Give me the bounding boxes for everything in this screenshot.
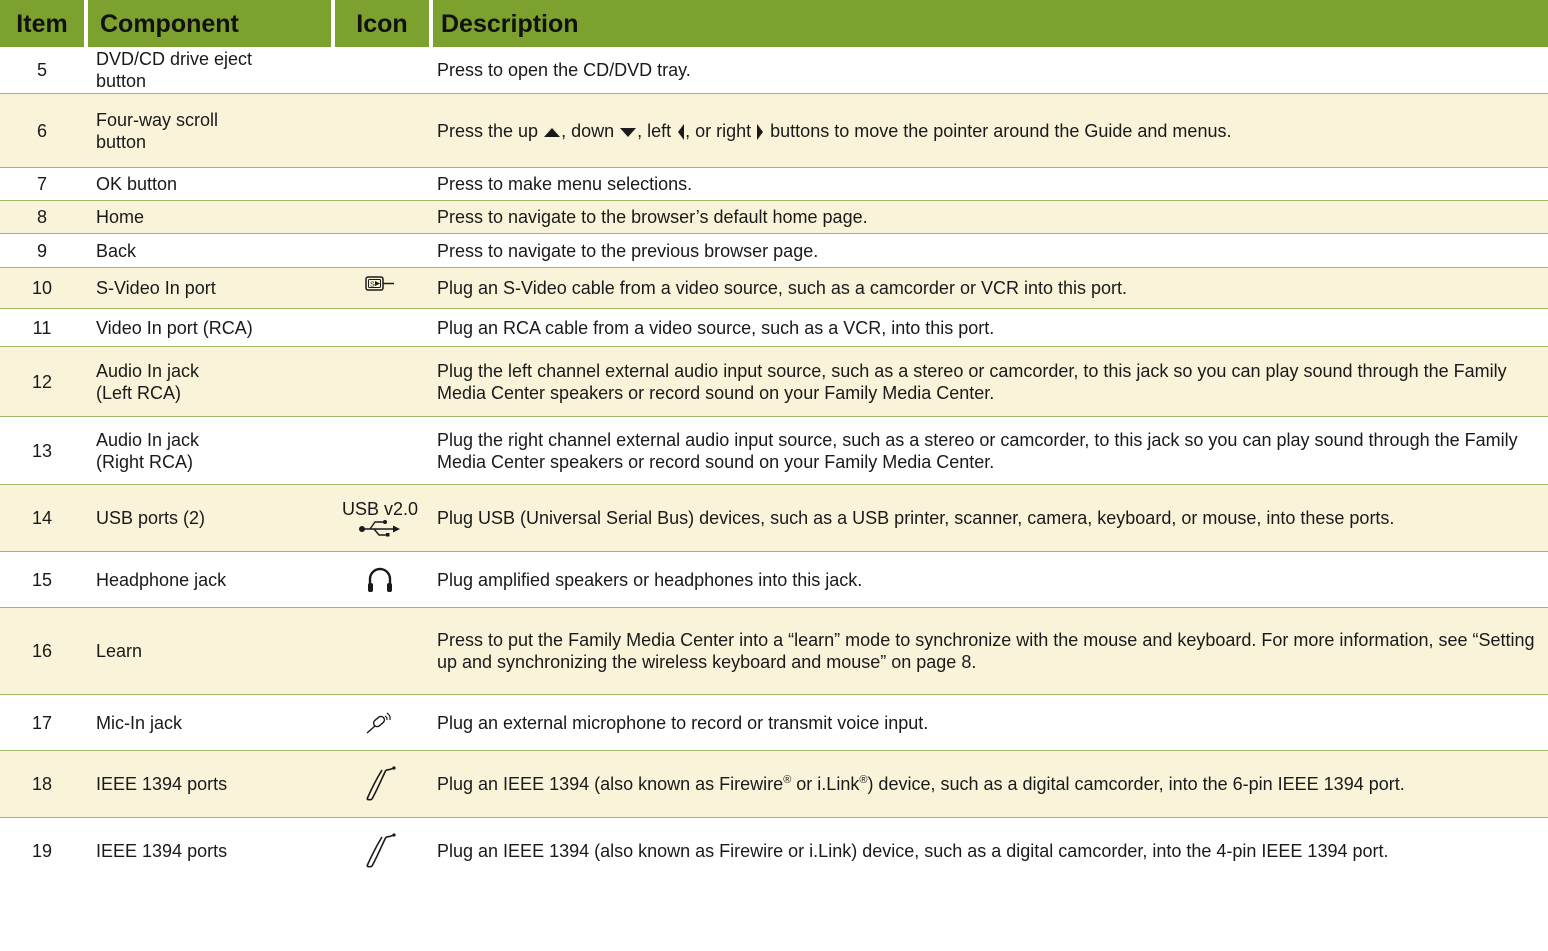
firewire-icon bbox=[366, 766, 396, 801]
item-number: 16 bbox=[31, 641, 53, 661]
table-header: Item Component Icon Description bbox=[0, 0, 1548, 47]
component-name: IEEE 1394 ports bbox=[96, 774, 228, 794]
usb-version-label: USB v2.0 bbox=[341, 499, 419, 519]
desc-part: or i.Link bbox=[791, 774, 860, 794]
description: Plug an IEEE 1394 (also known as Firewir… bbox=[429, 773, 1548, 795]
firewire-icon bbox=[366, 832, 396, 868]
component-name: Video In port (RCA) bbox=[96, 317, 253, 338]
component-name: Headphone jack bbox=[96, 569, 227, 590]
icon-cell bbox=[331, 832, 429, 869]
component-name: USB ports (2) bbox=[96, 508, 206, 528]
table-row: 16 Learn Press to put the Family Media C… bbox=[0, 608, 1548, 695]
right-triangle-icon bbox=[757, 123, 764, 140]
item-number: 5 bbox=[36, 60, 47, 80]
up-triangle-icon bbox=[544, 127, 561, 137]
item-number: 19 bbox=[31, 840, 53, 861]
description: Press to navigate to the previous browse… bbox=[437, 240, 819, 261]
left-triangle-icon bbox=[678, 123, 685, 140]
component-name: DVD/CD drive eject button bbox=[84, 48, 331, 92]
table-row: 6 Four-way scroll button Press the up , … bbox=[0, 94, 1548, 168]
table-row: 17 Mic-In jack Plug an external micropho… bbox=[0, 695, 1548, 751]
svg-text:S: S bbox=[370, 282, 375, 289]
item-number: 14 bbox=[31, 508, 53, 528]
header-icon: Icon bbox=[331, 0, 429, 47]
component-line: Audio In jack bbox=[96, 429, 200, 450]
header-item: Item bbox=[16, 9, 68, 38]
table-row: 5 DVD/CD drive eject button Press to ope… bbox=[0, 47, 1548, 94]
table-row: 12 Audio In jack (Left RCA) Plug the lef… bbox=[0, 347, 1548, 417]
icon-cell bbox=[331, 566, 429, 594]
icon-cell bbox=[331, 766, 429, 802]
table-row: 9 Back Press to navigate to the previous… bbox=[0, 234, 1548, 268]
table-row: 15 Headphone jack Plug amplified speaker… bbox=[0, 552, 1548, 608]
component-name: OK button bbox=[96, 174, 178, 194]
desc-part: Press the up bbox=[437, 120, 544, 141]
item-number: 18 bbox=[31, 774, 53, 794]
component-line: Audio In jack bbox=[96, 360, 200, 381]
down-triangle-icon bbox=[620, 127, 637, 137]
description: Press the up , down , left , or right bu… bbox=[429, 120, 1548, 142]
description: Press to navigate to the browser’s defau… bbox=[437, 207, 868, 227]
component-name: Four-way scroll button bbox=[84, 109, 331, 153]
component-line: (Left RCA) bbox=[96, 382, 182, 403]
icon-cell: USB v2.0 bbox=[331, 499, 429, 537]
item-number: 11 bbox=[32, 317, 52, 338]
table-row: 11 Video In port (RCA) Plug an RCA cable… bbox=[0, 309, 1548, 347]
description: Plug the left channel external audio inp… bbox=[437, 360, 1507, 403]
item-number: 10 bbox=[31, 278, 53, 298]
component-name: Back bbox=[96, 240, 137, 261]
description: Plug an RCA cable from a video source, s… bbox=[437, 317, 995, 338]
item-number: 9 bbox=[36, 240, 47, 261]
item-number: 8 bbox=[36, 207, 47, 227]
description: Plug USB (Universal Serial Bus) devices,… bbox=[437, 508, 1395, 528]
component-text: DVD/CD drive eject button bbox=[96, 49, 253, 91]
component-name: Mic-In jack bbox=[96, 712, 183, 733]
desc-part: ) device, such as a digital camcorder, i… bbox=[867, 774, 1405, 794]
component-text: Four-way scroll button bbox=[96, 109, 219, 152]
component-name: Audio In jack (Right RCA) bbox=[84, 429, 331, 473]
item-number: 7 bbox=[36, 174, 47, 194]
usb-icon bbox=[359, 520, 400, 537]
description: Plug the right channel external audio in… bbox=[437, 429, 1518, 472]
item-number: 17 bbox=[31, 712, 53, 733]
desc-part: , or right bbox=[685, 120, 757, 141]
s-video-icon: S bbox=[365, 276, 394, 291]
description: Press to make menu selections. bbox=[437, 174, 693, 194]
description: Plug amplified speakers or headphones in… bbox=[437, 569, 863, 590]
table-row: 19 IEEE 1394 ports Plug an IEEE 1394 (al… bbox=[0, 818, 1548, 883]
table-row: 13 Audio In jack (Right RCA) Plug the ri… bbox=[0, 417, 1548, 485]
header-component: Component bbox=[84, 0, 331, 47]
desc-part: Plug an IEEE 1394 (also known as Firewir… bbox=[437, 774, 784, 794]
component-name: IEEE 1394 ports bbox=[96, 840, 228, 861]
table-row: 14 USB ports (2) USB v2.0 Plug USB (Univ… bbox=[0, 485, 1548, 552]
desc-part: , down bbox=[561, 120, 620, 141]
desc-part: buttons to move the pointer around the G… bbox=[765, 120, 1232, 141]
description: Press to open the CD/DVD tray. bbox=[437, 60, 691, 80]
icon-cell: S bbox=[331, 276, 429, 293]
item-number: 12 bbox=[31, 371, 53, 392]
component-name: Audio In jack (Left RCA) bbox=[84, 360, 331, 404]
table-row: 8 Home Press to navigate to the browser’… bbox=[0, 201, 1548, 234]
component-table: Item Component Icon Description 5 DVD/CD… bbox=[0, 0, 1548, 883]
description: Plug an IEEE 1394 (also known as Firewir… bbox=[437, 840, 1389, 861]
component-name: S-Video In port bbox=[96, 278, 216, 298]
description: Plug an S-Video cable from a video sourc… bbox=[437, 278, 1128, 298]
table-row: 18 IEEE 1394 ports Plug an IEEE 1394 (al… bbox=[0, 751, 1548, 818]
description: Plug an external microphone to record or… bbox=[437, 712, 929, 733]
item-number: 15 bbox=[31, 569, 53, 590]
headphone-icon bbox=[368, 567, 392, 592]
table-row: 7 OK button Press to make menu selection… bbox=[0, 168, 1548, 201]
component-line: (Right RCA) bbox=[96, 451, 194, 472]
table-row: 10 S-Video In port S Plug an S-Video cab… bbox=[0, 268, 1548, 309]
desc-part: , left bbox=[637, 120, 677, 141]
component-name: Learn bbox=[96, 641, 143, 661]
icon-cell bbox=[331, 711, 429, 735]
header-description: Description bbox=[429, 0, 1548, 47]
item-number: 13 bbox=[31, 440, 53, 461]
item-number: 6 bbox=[36, 120, 47, 141]
description: Press to put the Family Media Center int… bbox=[437, 630, 1535, 672]
microphone-icon bbox=[366, 712, 391, 734]
component-name: Home bbox=[96, 207, 145, 227]
